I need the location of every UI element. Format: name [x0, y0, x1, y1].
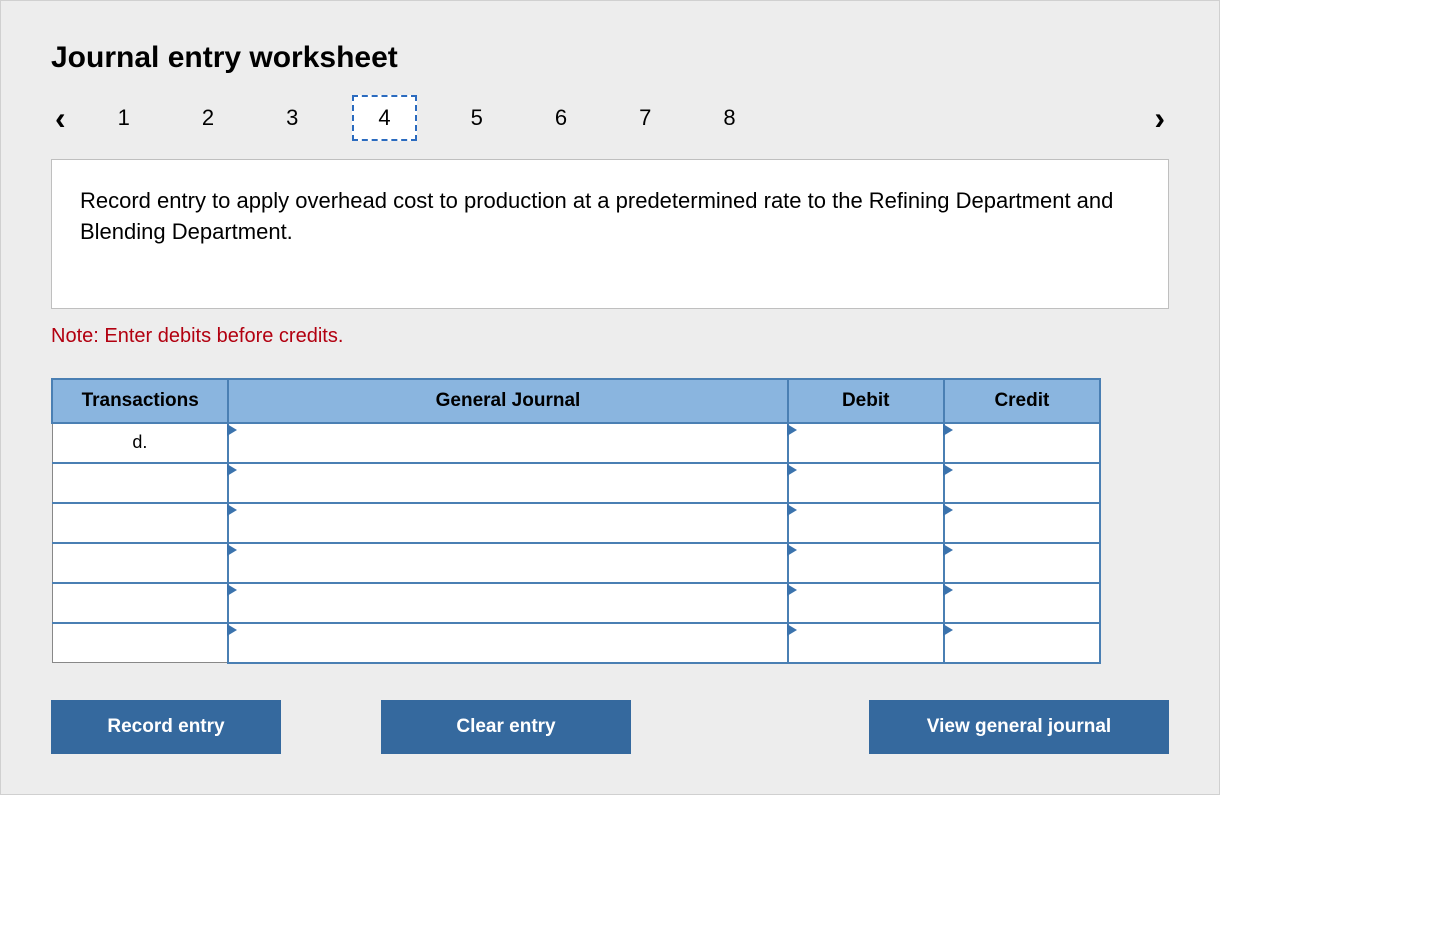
table-row [52, 623, 1100, 663]
tab-7[interactable]: 7 [621, 97, 669, 139]
tab-6[interactable]: 6 [537, 97, 585, 139]
dropdown-caret-icon [943, 424, 953, 436]
tab-8[interactable]: 8 [705, 97, 753, 139]
table-row [52, 503, 1100, 543]
tab-1[interactable]: 1 [100, 97, 148, 139]
dropdown-caret-icon [227, 624, 237, 636]
dropdown-caret-icon [227, 504, 237, 516]
dropdown-caret-icon [227, 424, 237, 436]
general-journal-cell[interactable] [228, 423, 787, 463]
transaction-cell[interactable] [52, 583, 228, 623]
general-journal-cell[interactable] [228, 583, 787, 623]
credit-cell[interactable] [944, 583, 1100, 623]
clear-entry-button[interactable]: Clear entry [381, 700, 631, 754]
dropdown-caret-icon [787, 504, 797, 516]
dropdown-caret-icon [787, 424, 797, 436]
instruction-text: Record entry to apply overhead cost to p… [51, 159, 1169, 309]
view-general-journal-button[interactable]: View general journal [869, 700, 1169, 754]
dropdown-caret-icon [227, 544, 237, 556]
chevron-right-icon[interactable]: › [1150, 100, 1169, 137]
transaction-cell[interactable] [52, 623, 228, 663]
table-row [52, 543, 1100, 583]
col-header-transactions: Transactions [52, 379, 228, 423]
button-row: Record entry Clear entry View general jo… [51, 700, 1169, 754]
table-row [52, 583, 1100, 623]
table-row [52, 463, 1100, 503]
general-journal-cell[interactable] [228, 543, 787, 583]
debit-cell[interactable] [788, 503, 944, 543]
dropdown-caret-icon [943, 504, 953, 516]
tab-list: 12345678 [100, 95, 1151, 141]
credit-cell[interactable] [944, 503, 1100, 543]
worksheet-panel: Journal entry worksheet ‹ 12345678 › Rec… [0, 0, 1220, 795]
tab-2[interactable]: 2 [184, 97, 232, 139]
col-header-general-journal: General Journal [228, 379, 787, 423]
debit-cell[interactable] [788, 583, 944, 623]
dropdown-caret-icon [943, 584, 953, 596]
tab-5[interactable]: 5 [453, 97, 501, 139]
record-entry-button[interactable]: Record entry [51, 700, 281, 754]
dropdown-caret-icon [227, 464, 237, 476]
table-row: d. [52, 423, 1100, 463]
dropdown-caret-icon [227, 584, 237, 596]
col-header-debit: Debit [788, 379, 944, 423]
credit-cell[interactable] [944, 463, 1100, 503]
transaction-cell[interactable] [52, 543, 228, 583]
dropdown-caret-icon [787, 624, 797, 636]
general-journal-cell[interactable] [228, 503, 787, 543]
chevron-left-icon[interactable]: ‹ [51, 100, 70, 137]
general-journal-cell[interactable] [228, 463, 787, 503]
debit-cell[interactable] [788, 623, 944, 663]
journal-entry-table: Transactions General Journal Debit Credi… [51, 378, 1101, 664]
dropdown-caret-icon [787, 544, 797, 556]
note-text: Note: Enter debits before credits. [51, 325, 1169, 348]
tab-3[interactable]: 3 [268, 97, 316, 139]
general-journal-cell[interactable] [228, 623, 787, 663]
page-title: Journal entry worksheet [51, 41, 1169, 75]
credit-cell[interactable] [944, 543, 1100, 583]
col-header-credit: Credit [944, 379, 1100, 423]
credit-cell[interactable] [944, 623, 1100, 663]
credit-cell[interactable] [944, 423, 1100, 463]
debit-cell[interactable] [788, 543, 944, 583]
tab-4[interactable]: 4 [352, 95, 416, 141]
transaction-cell[interactable]: d. [52, 423, 228, 463]
transaction-cell[interactable] [52, 463, 228, 503]
debit-cell[interactable] [788, 463, 944, 503]
dropdown-caret-icon [943, 624, 953, 636]
dropdown-caret-icon [943, 464, 953, 476]
dropdown-caret-icon [787, 464, 797, 476]
dropdown-caret-icon [943, 544, 953, 556]
debit-cell[interactable] [788, 423, 944, 463]
tab-nav: ‹ 12345678 › [51, 95, 1169, 141]
transaction-cell[interactable] [52, 503, 228, 543]
dropdown-caret-icon [787, 584, 797, 596]
